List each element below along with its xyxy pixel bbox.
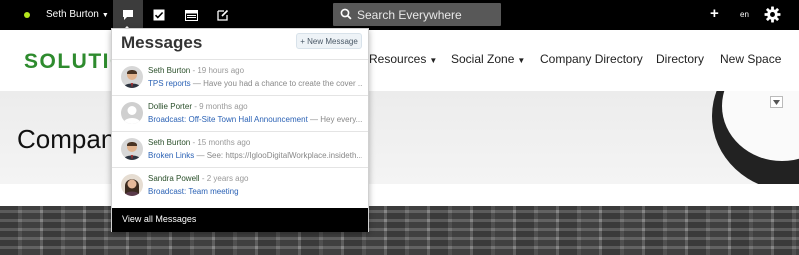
messages-dropdown: Messages + New Message Seth Burton - 19 … [111, 28, 369, 232]
user-menu[interactable]: Seth Burton ▼ [46, 9, 109, 20]
message-subject[interactable]: Broadcast: Off-Site Town Hall Announceme… [148, 115, 308, 124]
search-box[interactable] [333, 3, 501, 26]
message-sender: Seth Burton [148, 66, 191, 75]
caret-down-icon: ▼ [429, 56, 438, 65]
message-item[interactable]: Seth Burton - 19 hours ago TPS reports —… [112, 59, 368, 95]
inbox-icon[interactable] [176, 0, 206, 30]
message-time: - 2 years ago [199, 174, 249, 183]
edit-icon[interactable] [208, 0, 238, 30]
message-sender: Sandra Powell [148, 174, 200, 183]
message-item[interactable]: Seth Burton - 15 months ago Broken Links… [112, 131, 368, 167]
nav-item-social-zone[interactable]: Social Zone ▼ [451, 52, 525, 66]
nav-item-new-space[interactable]: New Space [720, 52, 781, 66]
message-time: - 9 months ago [192, 102, 248, 111]
collapse-toggle-button[interactable] [770, 96, 783, 108]
caret-down-icon: ▼ [517, 56, 526, 65]
message-time: - 15 months ago [190, 138, 251, 147]
nav-item-resources[interactable]: Resources ▼ [369, 52, 437, 66]
chevron-down-icon [773, 99, 780, 105]
nav-item-company-directory[interactable]: Company Directory [540, 52, 643, 66]
messages-list: Seth Burton - 19 hours ago TPS reports —… [112, 59, 368, 203]
plus-icon[interactable]: + [710, 6, 719, 22]
search-input[interactable] [357, 6, 497, 23]
message-preview: — Hey every... [307, 115, 362, 124]
new-message-button[interactable]: + New Message [296, 33, 362, 49]
avatar [121, 138, 143, 160]
user-name: Seth Burton [46, 9, 99, 20]
nav-item-directory[interactable]: Directory [656, 52, 704, 66]
message-subject[interactable]: Broken Links [148, 151, 194, 160]
message-time: - 19 hours ago [190, 66, 245, 75]
messages-title: Messages [121, 33, 203, 52]
message-preview: — See: https://IglooDigitalWorkplace.ins… [194, 151, 362, 160]
view-all-messages-link[interactable]: View all Messages [122, 214, 196, 224]
message-sender: Seth Burton [148, 138, 191, 147]
message-subject[interactable]: Broadcast: Team meeting [148, 187, 239, 196]
tasks-icon[interactable] [144, 0, 174, 30]
nav-item-label: Resources [369, 52, 427, 66]
nav-item-label: Social Zone [451, 52, 515, 66]
avatar [121, 66, 143, 88]
avatar [121, 174, 143, 196]
message-item[interactable]: Sandra Powell - 2 years ago Broadcast: T… [112, 167, 368, 203]
gear-icon[interactable] [764, 6, 781, 28]
message-sender: Dollie Porter [148, 102, 193, 111]
search-icon [340, 8, 352, 20]
presence-status-dot [24, 12, 30, 18]
language-selector[interactable]: en [740, 10, 749, 19]
message-subject[interactable]: TPS reports [148, 79, 191, 88]
caret-down-icon: ▼ [101, 12, 109, 19]
avatar [121, 102, 143, 124]
message-preview: — Have you had a chance to create the co… [190, 79, 362, 88]
view-all-messages-bar[interactable]: View all Messages [112, 208, 368, 232]
message-item[interactable]: Dollie Porter - 9 months ago Broadcast: … [112, 95, 368, 131]
top-bar: Seth Burton▼ + en [0, 0, 799, 30]
